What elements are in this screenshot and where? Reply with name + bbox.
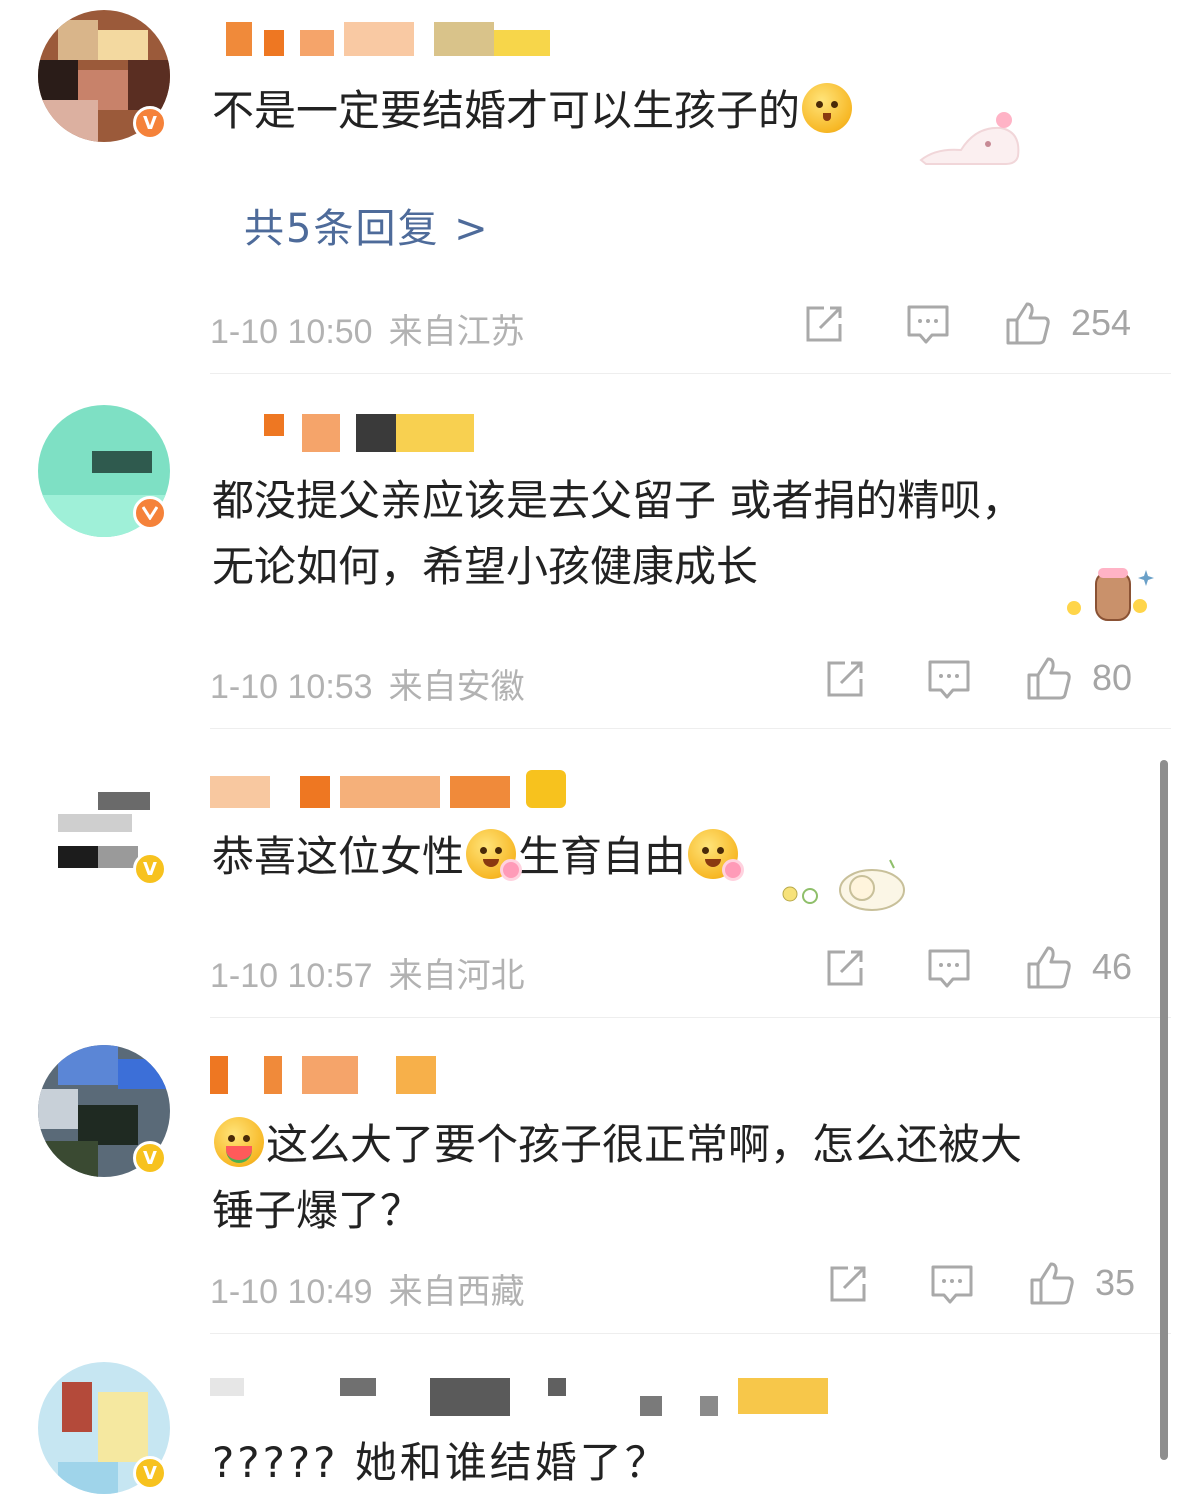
comment-meta: 1-10 10:57 来自河北 [210,948,525,997]
share-button[interactable] [825,659,867,699]
comment-button[interactable] [930,1264,974,1306]
like-button[interactable]: 46 [1026,944,1132,990]
comment-icon [907,305,949,344]
like-count: 46 [1092,946,1133,987]
divider [210,1333,1171,1334]
flower-happy-emoji-icon [466,829,523,881]
comment-meta: 1-10 10:49 来自西藏 [210,1264,525,1313]
location: 来自河北 [388,957,525,995]
shush-emoji-icon [802,83,853,133]
verified-badge-icon [133,496,167,530]
username-mosaic[interactable] [210,1052,450,1098]
verified-badge-icon: V [133,1456,167,1490]
thumbs-up-icon [1030,1262,1074,1305]
thumbs-up-icon [1027,946,1071,989]
divider [210,373,1171,374]
like-count: 35 [1095,1262,1136,1303]
verified-badge-icon: V [133,1141,167,1175]
thumbs-up-icon [1006,302,1050,345]
comment-meta: 1-10 10:50 来自江苏 [210,304,525,353]
share-button[interactable] [828,1264,870,1304]
timestamp: 1-10 10:57 [210,957,373,995]
username-mosaic[interactable] [210,410,490,456]
verified-badge-icon: V [133,852,167,886]
scrollbar[interactable] [1160,760,1168,1460]
share-icon [806,306,842,342]
location: 来自安徽 [388,668,525,706]
like-button[interactable]: 80 [1026,655,1132,701]
username-mosaic[interactable] [210,770,570,816]
like-button[interactable]: 35 [1029,1260,1135,1306]
sheep-sticker-icon [782,859,905,911]
username-mosaic[interactable] [210,1374,840,1420]
comment-icon [928,660,970,699]
timestamp: 1-10 10:53 [210,668,373,706]
bunny-sticker-icon [919,112,1020,165]
like-count: 80 [1092,657,1133,698]
comment-text: ????? 她和谁结婚了？ [212,1438,670,1487]
comment-text: 恭喜这位女性 生育自由 [212,824,1099,890]
share-icon [827,661,863,697]
share-button[interactable] [804,304,846,344]
bubble-tea-sticker-icon [1067,568,1154,621]
timestamp: 1-10 10:49 [210,1273,373,1311]
verified-badge-icon: V [133,106,167,140]
watermelon-emoji-icon [214,1117,264,1167]
comment-icon [931,1265,973,1304]
comment-button[interactable] [927,948,971,990]
like-count: 254 [1071,302,1132,343]
share-icon [827,950,863,986]
comment-button[interactable] [906,304,950,346]
comment-button[interactable] [927,659,971,701]
comment-text: 这么大了要个孩子很正常啊，怎么还被大 锤子爆了？ [212,1112,1099,1244]
share-icon [830,1266,866,1302]
timestamp: 1-10 10:50 [210,313,373,351]
like-button[interactable]: 254 [1005,300,1131,346]
share-button[interactable] [825,948,867,988]
flower-happy-emoji-icon [688,829,745,881]
location: 来自江苏 [388,313,525,351]
comment-icon [928,949,970,988]
thumbs-up-icon [1027,657,1071,700]
location: 来自西藏 [388,1273,525,1311]
username-mosaic[interactable] [210,18,550,64]
comment-meta: 1-10 10:53 来自安徽 [210,659,525,708]
divider [210,1017,1171,1018]
comment-text: 都没提父亲应该是去父留子 或者捐的精呗， 无论如何，希望小孩健康成长 [212,476,1024,591]
divider [210,728,1171,729]
view-replies-link[interactable]: 共5条回复 > [244,196,490,254]
